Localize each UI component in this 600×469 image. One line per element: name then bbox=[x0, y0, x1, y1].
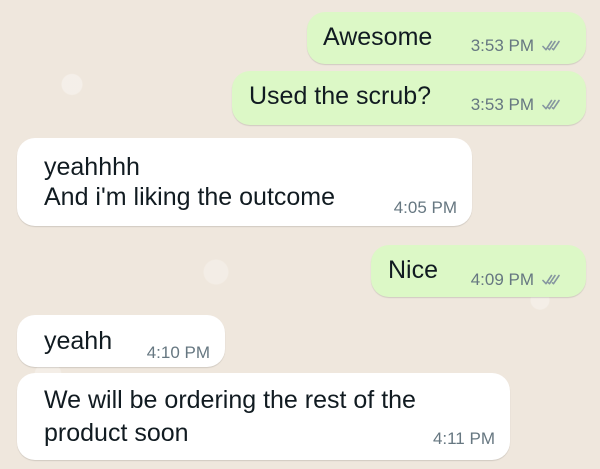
message-bubble-outgoing[interactable]: Used the scrub? 3:53 PM bbox=[232, 71, 586, 125]
double-check-icon bbox=[542, 99, 562, 111]
message-meta: 4:09 PM bbox=[471, 270, 562, 290]
message-meta: 4:10 PM bbox=[147, 343, 210, 363]
message-time: 4:05 PM bbox=[393, 198, 457, 217]
chat-area: Awesome 3:53 PM Used the scrub? 3:53 PM … bbox=[0, 0, 600, 469]
message-text-line: And i'm liking the outcome bbox=[44, 183, 336, 211]
message-time: 3:53 PM bbox=[470, 36, 534, 55]
message-bubble-outgoing[interactable]: Awesome 3:53 PM bbox=[307, 12, 586, 64]
double-check-icon bbox=[542, 274, 562, 286]
message-bubble-outgoing[interactable]: Nice 4:09 PM bbox=[371, 245, 586, 297]
message-text-line: We will be ordering the rest of the bbox=[44, 386, 416, 414]
message-text: Used the scrub? bbox=[249, 82, 432, 110]
message-bubble-incoming[interactable]: yeahhhh And i'm liking the outcome 4:05 … bbox=[17, 138, 472, 226]
message-meta: 4:11 PM bbox=[433, 429, 495, 449]
message-time: 3:53 PM bbox=[470, 95, 534, 114]
message-meta: 3:53 PM bbox=[471, 95, 562, 115]
message-time: 4:10 PM bbox=[146, 343, 210, 362]
message-bubble-incoming[interactable]: We will be ordering the rest of the prod… bbox=[17, 373, 510, 460]
message-text-line: yeahhhh bbox=[44, 153, 140, 181]
double-check-icon bbox=[542, 40, 562, 52]
message-text-line: product soon bbox=[44, 419, 189, 447]
message-text: Awesome bbox=[323, 23, 433, 51]
message-text: yeahh bbox=[44, 327, 113, 355]
message-meta: 3:53 PM bbox=[471, 36, 562, 56]
message-time: 4:11 PM bbox=[432, 429, 495, 448]
message-meta: 4:05 PM bbox=[394, 198, 457, 218]
message-bubble-incoming[interactable]: yeahh 4:10 PM bbox=[17, 315, 225, 367]
message-time: 4:09 PM bbox=[470, 270, 534, 289]
message-text: Nice bbox=[388, 256, 439, 284]
